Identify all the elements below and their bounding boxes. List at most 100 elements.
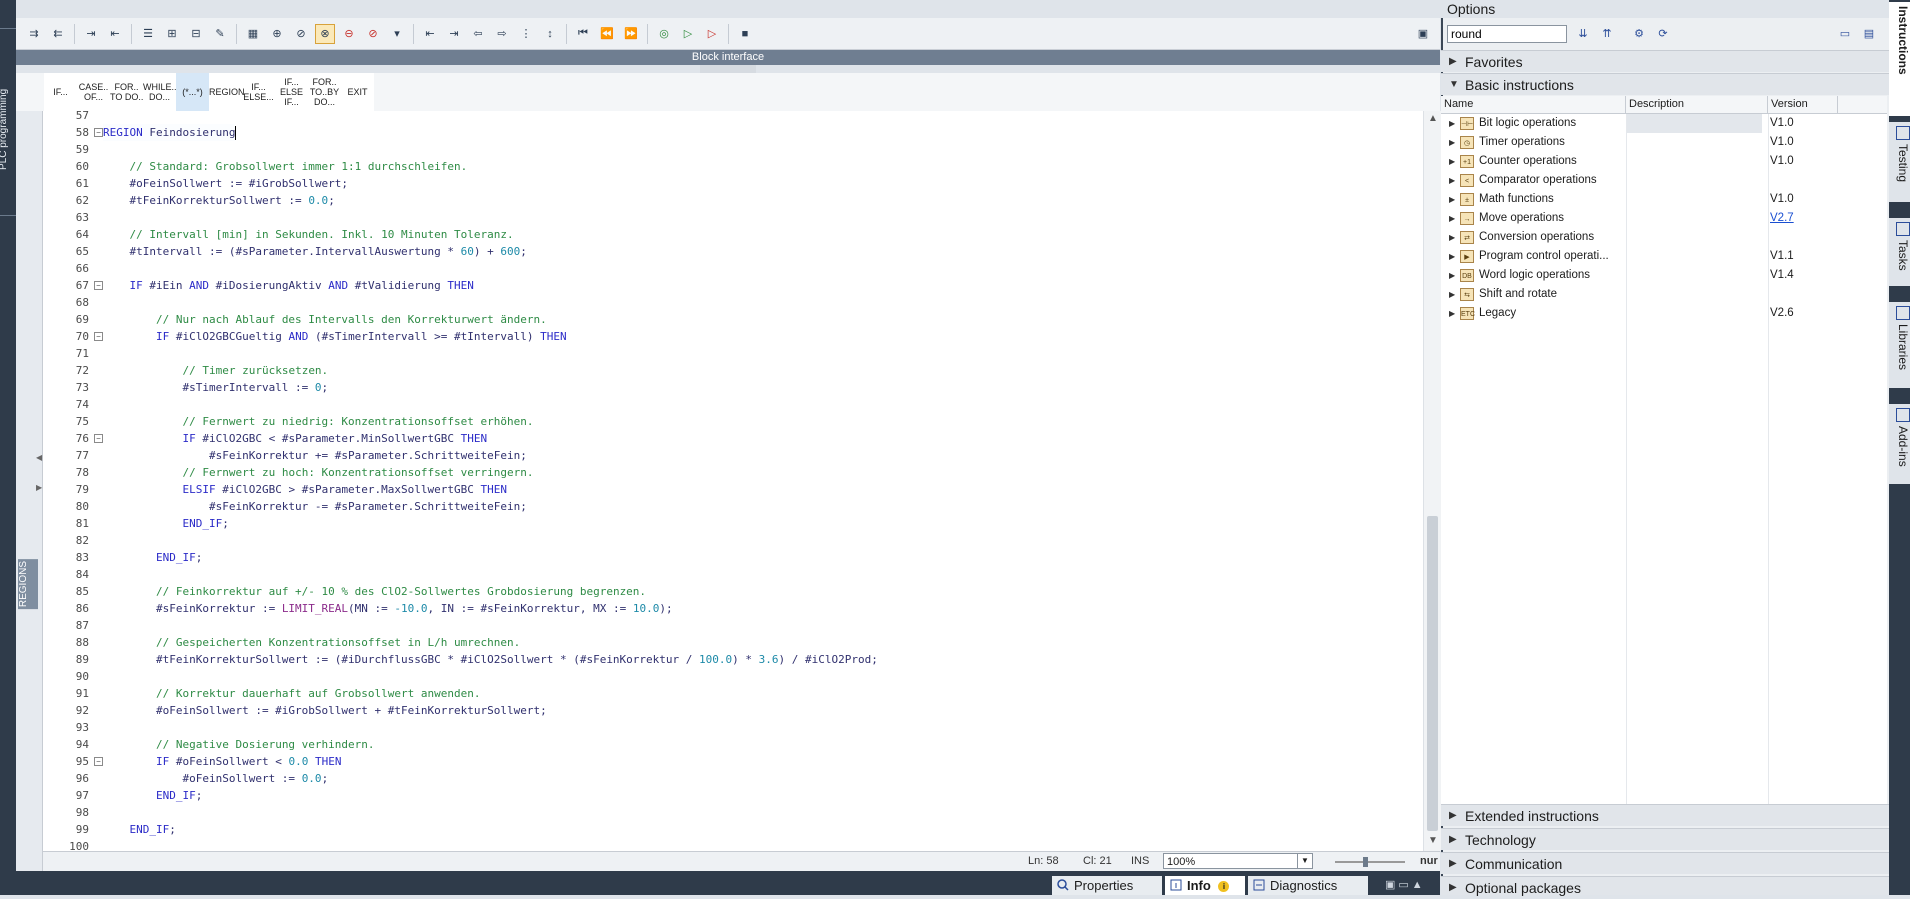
instruction-row[interactable]: ▶ < Comparator operations xyxy=(1441,171,1887,190)
comment-icon[interactable]: ▦ xyxy=(244,25,262,43)
code-line[interactable]: #oFeinSollwert := 0.0; xyxy=(103,770,328,787)
column-description[interactable]: Description xyxy=(1626,96,1768,113)
code-line[interactable]: #sFeinKorrektur := LIMIT_REAL(MN := -10.… xyxy=(103,600,673,617)
template-4[interactable]: (*...*) xyxy=(176,73,209,111)
close-all-icon[interactable]: ⊟ xyxy=(187,25,205,43)
expand-icon[interactable]: ▶ xyxy=(1449,285,1455,304)
instruction-row[interactable]: ▶ → Move operations V2.7 xyxy=(1441,209,1887,228)
delete-row-icon[interactable]: ☰ xyxy=(139,25,157,43)
scroll-up-icon[interactable]: ▲ xyxy=(1428,113,1438,124)
jump-prev-icon[interactable]: ⏮ xyxy=(574,25,592,43)
vtab-testing[interactable]: Testing xyxy=(1889,122,1910,202)
code-line[interactable]: END_IF; xyxy=(103,821,176,838)
breakpoint-icon[interactable]: ⊖ xyxy=(340,25,358,43)
code-line[interactable]: #tFeinKorrekturSollwert := (#iDurchfluss… xyxy=(103,651,878,668)
code-line[interactable]: // Fernwert zu niedrig: Konzentrationsof… xyxy=(103,413,533,430)
fold-toggle-icon[interactable]: − xyxy=(94,757,103,766)
fold-toggle-icon[interactable]: − xyxy=(94,281,103,290)
editor-vertical-scrollbar[interactable]: ▲ ▼ xyxy=(1423,111,1441,851)
sort-icon[interactable]: ⋮ xyxy=(517,25,535,43)
expand-icon[interactable]: ▶ xyxy=(1449,152,1455,171)
section-extended-instructions[interactable]: ▶ Extended instructions xyxy=(1441,804,1889,826)
favorites-icon[interactable]: ⊗ xyxy=(315,23,335,44)
collapse-regions-icon[interactable]: ▶ xyxy=(36,483,42,492)
expand-icon[interactable]: ▶ xyxy=(1449,209,1455,228)
zoom-slider[interactable] xyxy=(1335,857,1405,867)
template-8[interactable]: FOR.. TO..BY DO... xyxy=(308,73,341,111)
template-6[interactable]: IF... ELSE... xyxy=(242,73,275,111)
code-line[interactable]: IF #oFeinSollwert < 0.0 THEN xyxy=(103,753,341,770)
tab-info[interactable]: Info i xyxy=(1165,876,1245,895)
code-line[interactable]: // Intervall [min] in Sekunden. Inkl. 10… xyxy=(103,226,514,243)
insert-network-icon[interactable]: ■ xyxy=(736,25,754,43)
code-line[interactable]: END_IF; xyxy=(103,549,202,566)
instruction-row[interactable]: ▶ DB Word logic operations V1.4 xyxy=(1441,266,1887,285)
fold-toggle-icon[interactable]: − xyxy=(94,128,103,137)
expand-icon[interactable]: ▶ xyxy=(1449,190,1455,209)
monitor-icon[interactable]: ⏩ xyxy=(622,25,640,43)
insert-block-icon[interactable]: ⊞ xyxy=(163,25,181,43)
scroll-thumb[interactable] xyxy=(1427,516,1438,831)
add-row-icon[interactable]: ⇤ xyxy=(106,25,124,43)
outdent-icon[interactable]: ⇤ xyxy=(421,25,439,43)
code-line[interactable]: // Korrektur dauerhaft auf Grobsollwert … xyxy=(103,685,481,702)
section-communication[interactable]: ▶ Communication xyxy=(1441,852,1889,874)
inspector-window-controls-icon[interactable]: ▣▭▲ xyxy=(1385,878,1426,891)
maximize-editor-icon[interactable]: ▣ xyxy=(1414,25,1432,43)
scl-code-editor[interactable]: − REGION Feindosierung // Standard: Grobs… xyxy=(93,111,1423,851)
template-7[interactable]: IF... ELSE IF... xyxy=(275,73,308,111)
settings-icon[interactable]: ⚙ xyxy=(1631,26,1647,42)
instruction-row[interactable]: ▶ ▶ Program control operati... V1.1 xyxy=(1441,247,1887,266)
code-line[interactable]: #tIntervall := (#sParameter.IntervallAus… xyxy=(103,243,526,260)
tab-diagnostics[interactable]: Diagnostics xyxy=(1248,876,1368,895)
code-line[interactable]: // Negative Dosierung verhindern. xyxy=(103,736,375,753)
vtab-tasks[interactable]: Tasks xyxy=(1889,218,1910,286)
zoom-slider-knob[interactable] xyxy=(1363,857,1368,867)
chevron-down-icon[interactable]: ▼ xyxy=(1297,854,1312,868)
increase-indent-icon[interactable]: ⇥ xyxy=(445,25,463,43)
expand-icon[interactable]: ▶ xyxy=(1449,171,1455,190)
uncomment-icon[interactable]: ⊕ xyxy=(268,25,286,43)
jump-next-icon[interactable]: ⏪ xyxy=(598,25,616,43)
section-optional-packages[interactable]: ▶ Optional packages xyxy=(1441,876,1889,896)
instruction-search-input[interactable] xyxy=(1447,25,1567,43)
column-version[interactable]: Version xyxy=(1768,96,1838,113)
instruction-row[interactable]: ▶ ◷ Timer operations V1.0 xyxy=(1441,133,1887,152)
scroll-down-icon[interactable]: ▼ xyxy=(1428,835,1438,846)
absolute-operands-icon[interactable]: ⊘ xyxy=(292,25,310,43)
code-line[interactable]: IF #iClO2GBCGueltig AND (#sTimerInterval… xyxy=(103,328,567,345)
block-interface-grip[interactable] xyxy=(700,65,756,73)
code-line[interactable]: IF #iEin AND #iDosierungAktiv AND #tVali… xyxy=(103,277,474,294)
regions-label[interactable]: REGIONS xyxy=(18,559,38,610)
vtab-libraries[interactable]: Libraries xyxy=(1889,302,1910,388)
section-technology[interactable]: ▶ Technology xyxy=(1441,828,1889,850)
template-0[interactable]: IF... xyxy=(44,73,77,111)
template-3[interactable]: WHILE.. DO... xyxy=(143,73,177,111)
zoom-select[interactable]: 100% ▼ xyxy=(1163,853,1313,869)
expand-regions-icon[interactable]: ◀ xyxy=(36,453,42,462)
decrease-indent-icon[interactable]: ⇦ xyxy=(469,25,487,43)
instruction-version[interactable]: V2.7 xyxy=(1770,209,1794,228)
code-line[interactable]: REGION Feindosierung xyxy=(103,124,236,141)
breakpoint-delete-icon[interactable]: ⊘ xyxy=(364,25,382,43)
expand-icon[interactable]: ▶ xyxy=(1449,133,1455,152)
jump-first-icon[interactable]: ↕ xyxy=(541,25,559,43)
vtab-instructions[interactable]: Instructions xyxy=(1889,2,1910,116)
code-line[interactable]: #oFeinSollwert := #iGrobSollwert; xyxy=(103,175,348,192)
code-line[interactable]: #oFeinSollwert := #iGrobSollwert + #tFei… xyxy=(103,702,547,719)
column-name[interactable]: Name xyxy=(1441,96,1626,113)
code-line[interactable]: #sTimerIntervall := 0; xyxy=(103,379,328,396)
expand-icon[interactable]: ▶ xyxy=(1449,266,1455,285)
template-9[interactable]: EXIT xyxy=(341,73,374,111)
code-line[interactable]: // Feinkorrektur auf +/- 10 % des ClO2-S… xyxy=(103,583,646,600)
code-line[interactable]: // Timer zurücksetzen. xyxy=(103,362,328,379)
view-details-icon[interactable]: ▤ xyxy=(1861,26,1877,42)
block-interface-bar[interactable]: Block interface xyxy=(16,50,1440,65)
view-list-icon[interactable]: ▭ xyxy=(1837,26,1853,42)
expand-icon[interactable]: ▶ xyxy=(1449,304,1455,323)
compare-icon[interactable]: ◎ xyxy=(655,25,673,43)
test-icon[interactable]: ▷ xyxy=(679,25,697,43)
template-5[interactable]: REGION xyxy=(209,73,245,111)
template-1[interactable]: CASE.. OF... xyxy=(77,73,110,111)
open-all-icon[interactable]: ✎ xyxy=(211,25,229,43)
